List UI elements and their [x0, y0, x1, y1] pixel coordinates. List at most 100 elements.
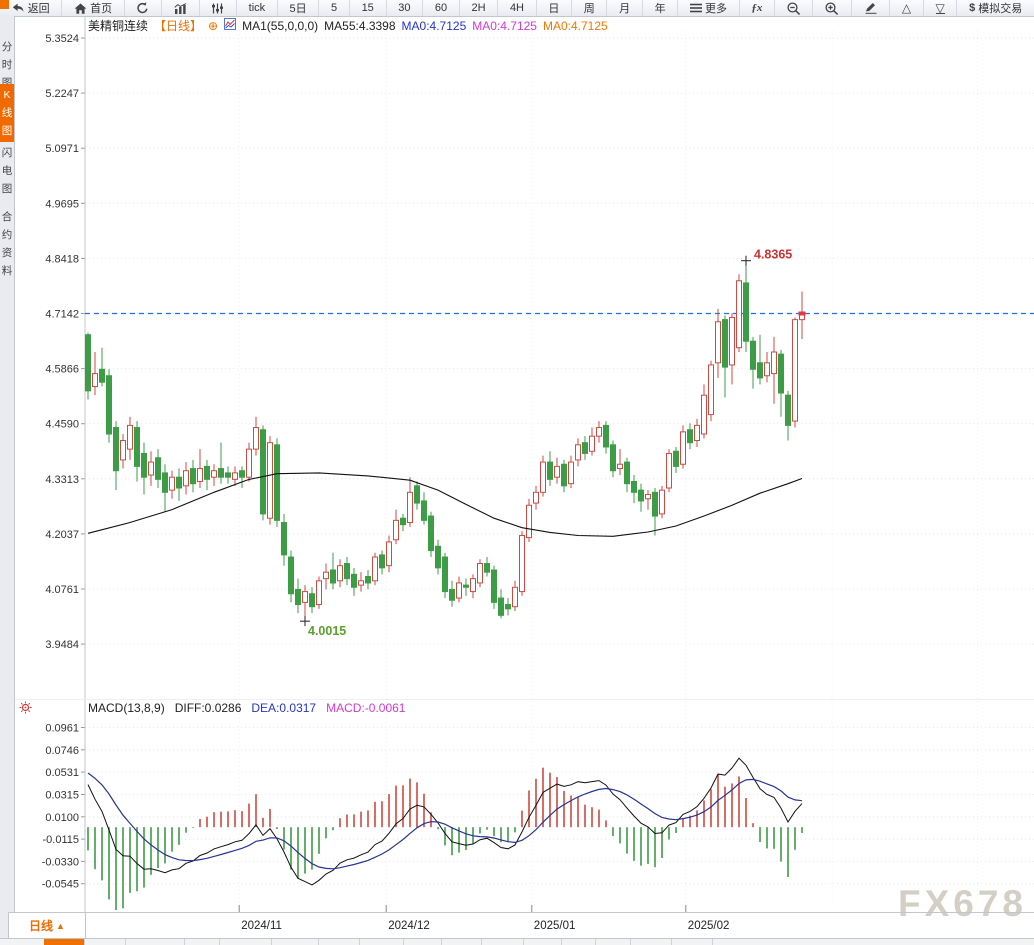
indicator-tab-bar: 指标模板VIP指标MAMACDBOLLVOLBIASCCIKDJLWRRSISR… [0, 938, 1034, 945]
toolbar-button-h2[interactable]: 2H [460, 0, 499, 16]
toolbar-button-triangle-up[interactable]: △ [890, 0, 924, 16]
toolbar-button-year[interactable]: 年 [643, 0, 679, 16]
toolbar-button-home[interactable]: 首页 [62, 0, 125, 16]
indicator-tab-VIP指标[interactable]: VIP指标 [126, 939, 185, 945]
indicator-tab-KDJ[interactable]: KDJ [442, 939, 482, 945]
toolbar-button-5d[interactable]: 5日 [278, 0, 320, 16]
macd-axis-label: -0.0330 [42, 856, 79, 868]
fx-icon: ƒx [751, 2, 763, 14]
indicator-tab-MACD[interactable]: MACD [220, 939, 272, 945]
toolbar-button-m60[interactable]: 60 [423, 0, 460, 16]
triangle-down-icon: ▽ [935, 0, 945, 15]
indicator-settings-icon[interactable] [19, 701, 32, 719]
toolbar-button-label: 年 [654, 3, 666, 15]
toolbar-button-more[interactable]: 更多 [678, 0, 740, 16]
back-icon [12, 3, 25, 14]
toolbar-button-label: 5 [331, 2, 338, 14]
macd-axis-label: 0.0961 [45, 723, 79, 735]
indicator-tab-SR[interactable]: SR [562, 939, 596, 945]
toolbar-button-refresh[interactable] [125, 0, 163, 16]
toolbar-button-label: 60 [434, 2, 448, 14]
toolbar-button-label: 返回 [27, 3, 50, 15]
ma1-params: MA1(55,0,0,0) [242, 18, 319, 33]
toolbar-button-label: 30 [398, 2, 411, 14]
macd-axis-label: 0.0531 [45, 767, 79, 779]
toolbar-button-m30[interactable]: 30 [387, 0, 424, 16]
sidebar-corner-marker [0, 0, 9, 9]
toolbar-button-chart-style[interactable] [162, 0, 200, 16]
macd-axis-label: 0.0746 [45, 745, 79, 757]
toolbar-button-fx[interactable]: ƒx [740, 0, 776, 16]
indicator-tab-CR[interactable]: CR [596, 939, 631, 945]
indicator-tab-设置[interactable]: 设置 [672, 939, 713, 945]
price-axis-label: 4.5866 [45, 364, 79, 376]
ma0-value-blue: MA0:4.7125 [401, 18, 467, 33]
chart-legend: 美精铜连续 【日线】 ⊕ MA1(55,0,0,0) MA55:4.3398 MA0… [88, 17, 608, 34]
toolbar-button-label: 月 [619, 3, 631, 15]
toolbar-button-zoom-out[interactable] [775, 0, 814, 16]
price-axis-label: 3.9484 [45, 639, 79, 651]
menu-icon [689, 3, 702, 13]
macd-params: MACD(13,8,9) [88, 701, 165, 715]
price-axis-label: 4.7142 [45, 309, 79, 321]
price-axis-label: 5.3524 [45, 33, 79, 45]
price-axis-label: 4.2037 [45, 529, 79, 541]
triangle-up-icon: △ [901, 1, 912, 15]
bar-chart-icon [174, 2, 187, 14]
period-tab[interactable]: 日线 ▲ [8, 912, 86, 939]
indicator-tab-BIAS[interactable]: BIAS [360, 939, 404, 945]
indicator-tab-PSY[interactable]: PSY [631, 939, 672, 945]
toolbar-button-label: 日 [548, 3, 560, 15]
macd-axis-label: -0.0545 [42, 879, 79, 891]
period-tab-label: 日线 [29, 919, 54, 933]
sidebar-item-contract-info[interactable]: 合约资料 [0, 206, 14, 282]
price-axis-label: 5.0971 [45, 143, 79, 155]
indicator-tab-CCI[interactable]: CCI [404, 939, 442, 945]
circle-plus-icon[interactable]: ⊕ [208, 19, 218, 33]
toolbar-button-label: 首页 [90, 3, 113, 15]
toolbar-button-m5[interactable]: 5 [319, 0, 350, 16]
toolbar-button-draw[interactable] [852, 0, 891, 16]
toolbar-button-day[interactable]: 日 [537, 0, 573, 16]
sidebar-item-lightning-chart[interactable]: 闪电图 [0, 142, 14, 200]
toolbar-button-triangle-down[interactable]: ▽ [924, 0, 958, 16]
toolbar-button-tick[interactable]: tick [237, 0, 278, 16]
toolbar-button-m15[interactable]: 15 [350, 0, 387, 16]
macd-diff-value: DIFF:0.0286 [174, 701, 242, 715]
price-axis-label: 4.3313 [45, 474, 79, 486]
toolbar-button-month[interactable]: 月 [607, 0, 643, 16]
indicator-tab-指标[interactable]: 指标 [44, 939, 85, 945]
toolbar-button-h4[interactable]: 4H [498, 0, 537, 16]
indicator-tab-LWR[interactable]: LWR [482, 939, 525, 945]
indicator-tab-MA[interactable]: MA [185, 939, 221, 945]
symbol-name: 美精铜连续 [88, 19, 149, 33]
low-price-annotation: 4.0015 [308, 624, 346, 638]
indicator-tab-BOLL[interactable]: BOLL [272, 939, 319, 945]
macd-legend: MACD(13,8,9) DIFF:0.0286 DEA:0.0317 MACD… [88, 701, 405, 715]
toolbar-button-label: 4H [509, 2, 524, 14]
indicator-tab-VOL[interactable]: VOL [319, 939, 360, 945]
pencil-icon [864, 2, 878, 14]
toolbar-button-week[interactable]: 周 [572, 0, 608, 16]
sidebar-item-kline-chart[interactable]: K线图 [0, 84, 14, 142]
toolbar-button-sim-trade[interactable]: $ 模拟交易 [957, 0, 1034, 16]
macd-axis-label: 0.0100 [45, 812, 79, 824]
price-axis-label: 5.2247 [45, 88, 79, 100]
sidebar: 分时图 K线图 闪电图 合约资料 [0, 16, 15, 945]
mini-chart-icon[interactable] [224, 18, 237, 33]
macd-hist-value: MACD:-0.0061 [326, 701, 406, 715]
indicator-tab-RSI[interactable]: RSI [524, 939, 562, 945]
toolbar-button-back[interactable]: 返回 [0, 0, 63, 16]
toolbar: 返回 首页 tick 5日 5 15 30 60 2H 4H 日 周 月 年 更多 ƒx △ ▽ $ 模拟交易 [0, 0, 1034, 17]
price-chart-canvas[interactable]: 5.3524 5.2247 5.0971 4.9695 4.8418 4.7142 4.58… [0, 0, 1034, 945]
toolbar-button-indicator-panel[interactable] [200, 0, 237, 16]
home-icon [74, 3, 87, 14]
toolbar-button-zoom-in[interactable] [813, 0, 852, 16]
macd-axis-label: 0.0315 [45, 790, 79, 802]
price-axis-label: 4.9695 [45, 198, 79, 210]
x-axis-month-label: 2025/01 [534, 920, 576, 932]
indicator-tab-模板[interactable]: 模板 [85, 939, 126, 945]
refresh-icon [136, 2, 149, 14]
toolbar-button-label: 模拟交易 [978, 3, 1023, 15]
macd-dea-value: DEA:0.0317 [251, 701, 317, 715]
